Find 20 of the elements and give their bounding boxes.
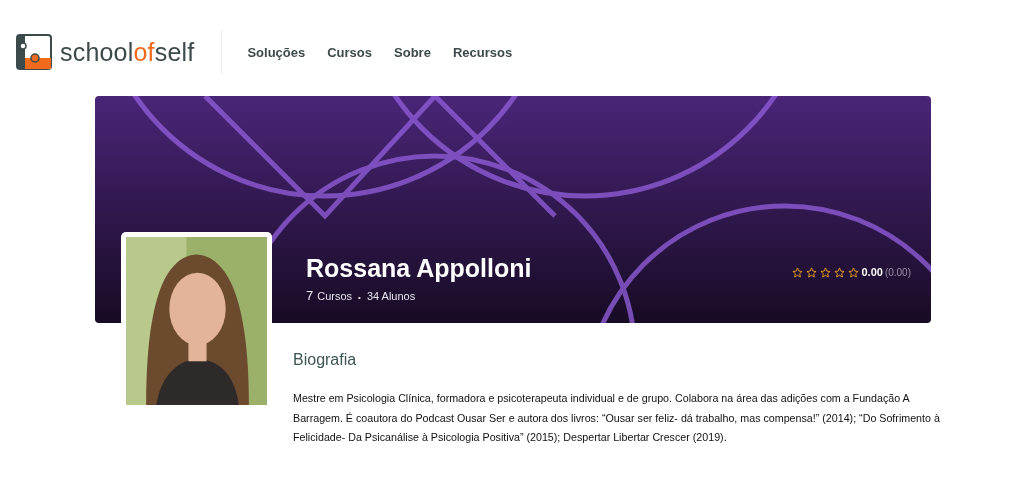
nav-link[interactable]: Recursos <box>452 44 513 60</box>
rating-count: (0.00) <box>884 266 911 278</box>
star-icon <box>806 266 818 278</box>
section-heading: Biografia <box>293 351 358 369</box>
courses-label: Cursos <box>317 290 353 302</box>
students-count: 34 Alunos <box>366 290 416 302</box>
star-icon <box>834 266 846 278</box>
nav-link[interactable]: Sobre <box>394 44 431 60</box>
instructor-name: Rossana Appolloni <box>306 254 532 283</box>
logo-icon[interactable] <box>16 34 52 70</box>
nav-link[interactable]: Cursos <box>327 44 373 60</box>
biography-text: Mestre em Psicologia Clínica, formadora e psicoterapeuta individual e de grupo. Colabora na área das adições com a Fundação A Barragem. É coautora do Podcast Ousar Ser e autora dos livros: “Ousar ser feliz- dá trabalho, mas compensa!” (2014); “Do Sofrimento à Felicidade- Da Psicanálise à Psicologia Positiva” (2015); Despertar Libertar Crescer (2019). <box>293 391 941 445</box>
logo-wordmark[interactable]: schoolofself <box>60 37 195 67</box>
star-icon <box>848 266 860 278</box>
star-icon <box>820 266 832 278</box>
rating-value: 0.00 <box>861 266 883 278</box>
star-icon <box>792 266 804 278</box>
course-count: 7 <box>306 288 314 303</box>
separator: • <box>358 293 361 302</box>
nav-link[interactable]: Soluções <box>247 44 306 60</box>
